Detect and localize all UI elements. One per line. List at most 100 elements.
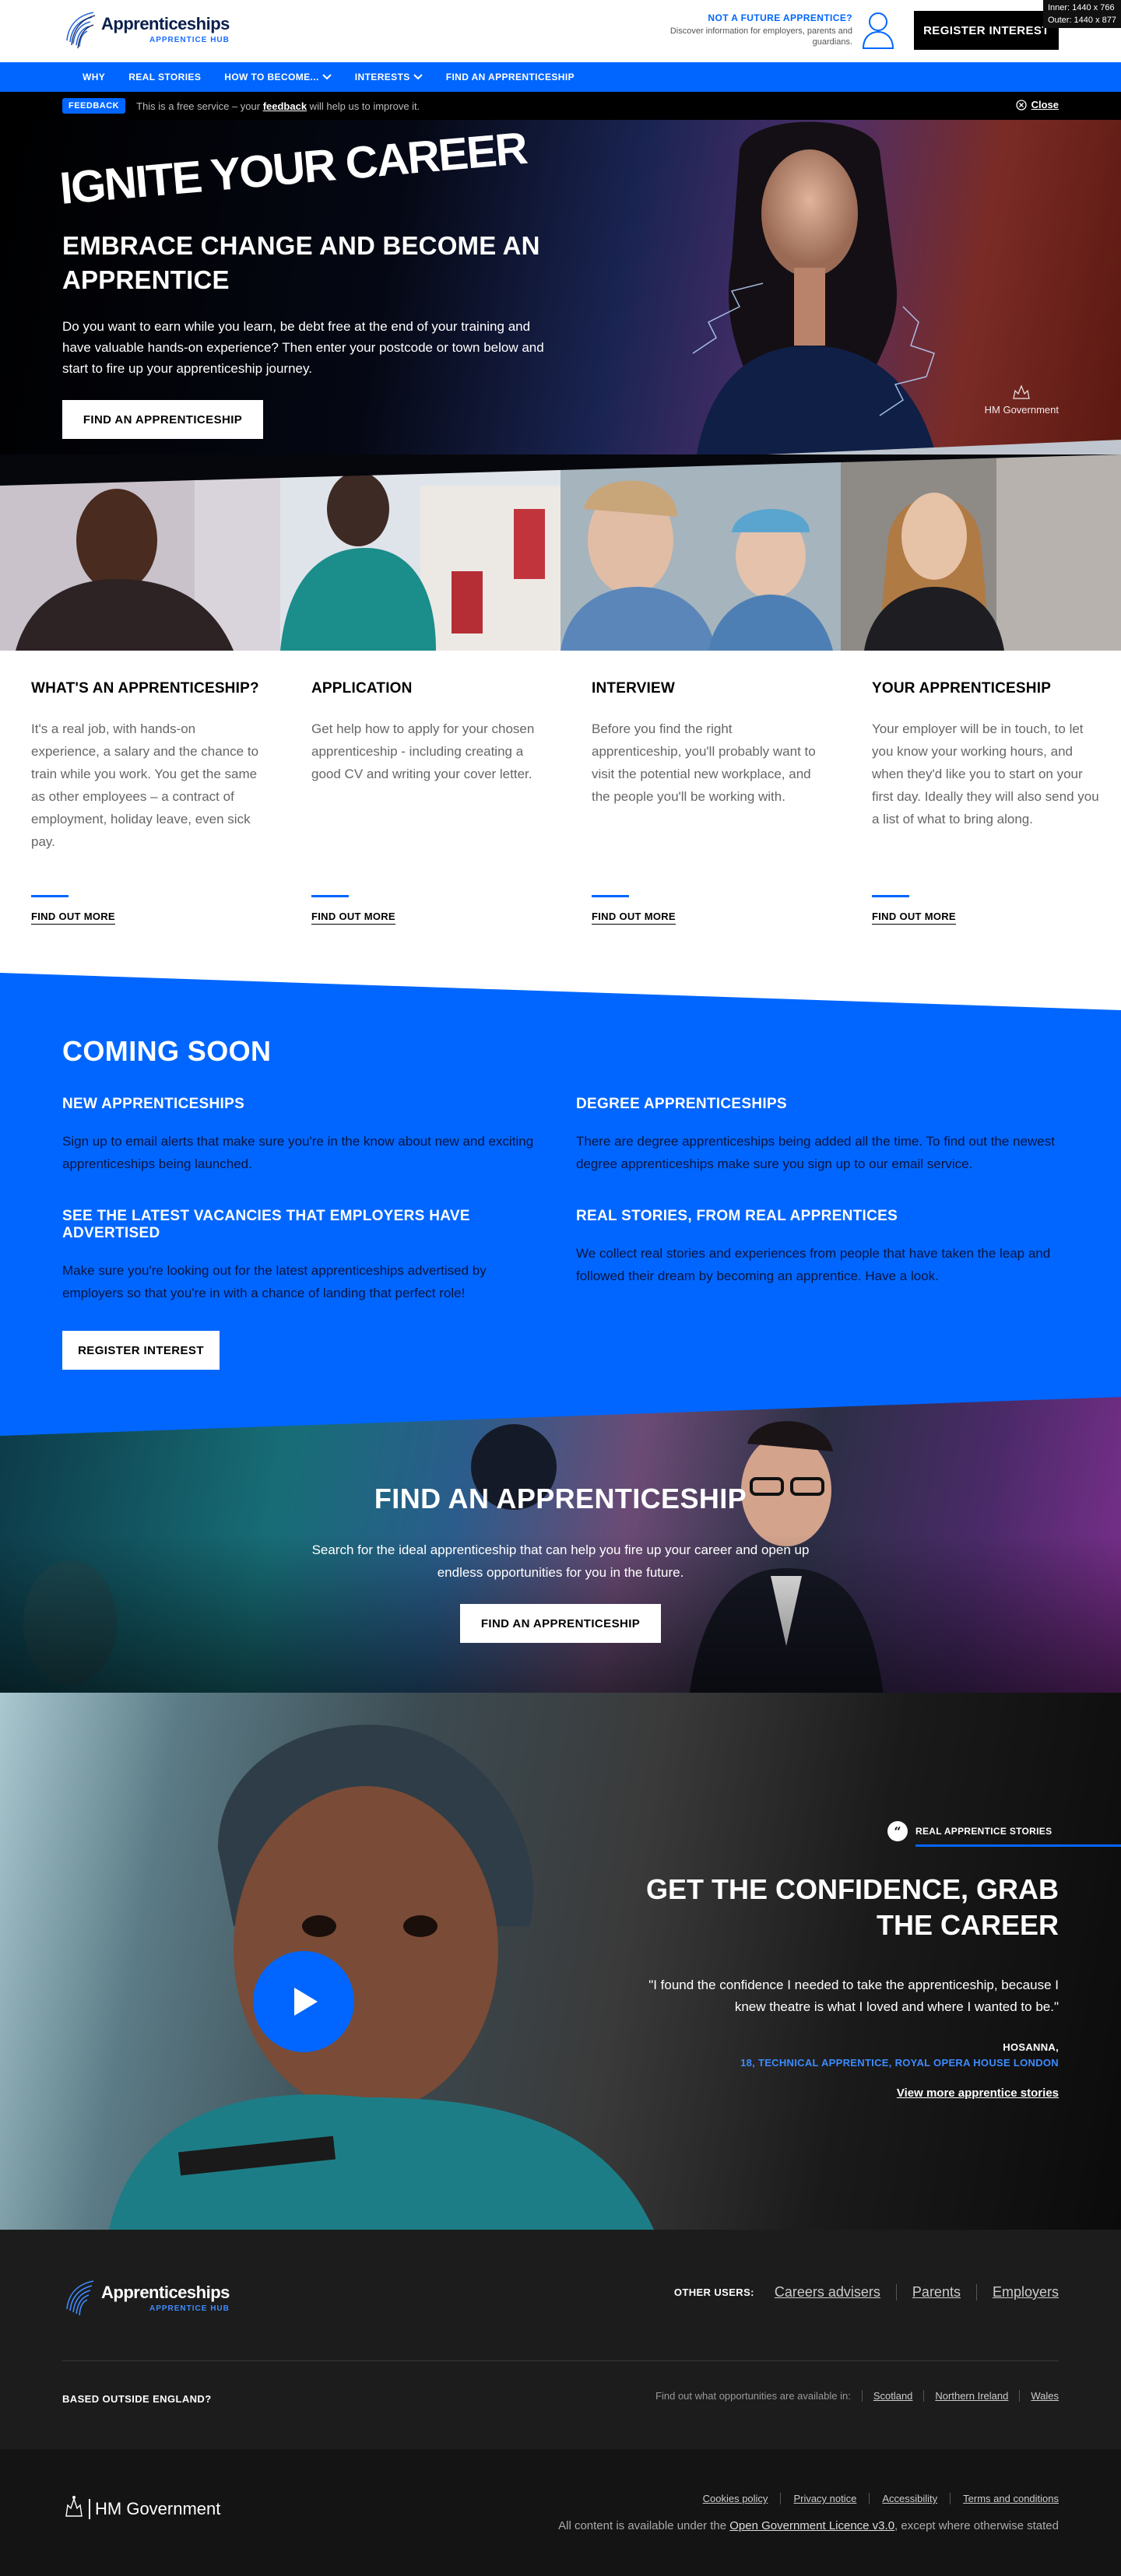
careers-advisers-link[interactable]: Careers advisers — [775, 2284, 896, 2301]
step-find-out-more-link[interactable]: FIND OUT MORE — [872, 911, 956, 925]
nav-item-real-stories[interactable]: REAL STORIES — [128, 72, 201, 82]
feedback-text-before: This is a free service – your — [136, 100, 263, 112]
privacy-notice-link[interactable]: Privacy notice — [780, 2493, 869, 2504]
parents-link[interactable]: Parents — [895, 2284, 976, 2301]
feedback-link[interactable]: feedback — [263, 100, 307, 112]
step-interview: INTERVIEW Before you find the right appr… — [592, 680, 825, 808]
nav-item-interests[interactable]: INTERESTS — [355, 72, 423, 82]
find-banner-button[interactable]: FIND AN APPRENTICESHIP — [460, 1604, 661, 1643]
coming-item-real-stories: REAL STORIES, FROM REAL APPRENTICES We c… — [576, 1208, 1059, 1287]
steps-section: WHAT'S AN APPRENTICESHIP? It's a real jo… — [0, 651, 1121, 977]
other-users-label: OTHER USERS: — [673, 2286, 754, 2298]
coming-item-title: REAL STORIES, FROM REAL APPRENTICES — [576, 1208, 898, 1224]
step-whats-an-apprenticeship: WHAT'S AN APPRENTICESHIP? It's a real jo… — [31, 680, 265, 853]
real-stories-section: “ REAL APPRENTICE STORIES GET THE CONFID… — [0, 1693, 1121, 2230]
step-body: Your employer will be in touch, to let y… — [872, 721, 1099, 826]
northern-ireland-link[interactable]: Northern Ireland — [923, 2390, 1019, 2402]
employers-link[interactable]: Employers — [975, 2284, 1059, 2301]
other-users-links: OTHER USERS: Careers advisers Parents Em… — [674, 2284, 1059, 2301]
wales-link[interactable]: Wales — [1019, 2390, 1059, 2402]
site-header: Apprenticeships APPRENTICE HUB NOT A FUT… — [0, 0, 1121, 62]
story-title: GET THE CONFIDENCE, GRAB THE CAREER — [645, 1873, 1059, 1941]
licence-text: All content is available under the Open … — [558, 2519, 1059, 2532]
play-icon — [294, 1988, 318, 2016]
strip-top-slant — [0, 454, 1121, 486]
real-apprentice-stories-tag: “ REAL APPRENTICE STORIES — [887, 1821, 1121, 1847]
based-outside-england-label: BASED OUTSIDE ENGLAND? — [62, 2393, 212, 2405]
crest-icon — [1013, 384, 1031, 399]
not-future-title[interactable]: NOT A FUTURE APPRENTICE? — [650, 12, 852, 23]
legal-links: Cookies policy Privacy notice Accessibil… — [691, 2493, 1059, 2504]
coming-item-title: SEE THE LATEST VACANCIES THAT EMPLOYERS … — [62, 1208, 470, 1241]
licence-before: All content is available under the — [558, 2519, 730, 2532]
hero-ignite-heading: IGNITE YOUR CAREER — [58, 122, 529, 215]
step-application: APPLICATION Get help how to apply for yo… — [311, 680, 545, 785]
scotland-link[interactable]: Scotland — [861, 2390, 924, 2402]
coming-item-body: Sign up to email alerts that make sure y… — [62, 1134, 534, 1171]
logo-title: Apprenticeships — [101, 13, 230, 33]
hero-find-apprenticeship-button[interactable]: FIND AN APPRENTICESHIP — [62, 400, 263, 439]
hm-government-text: HM Government — [89, 2499, 220, 2519]
coming-item-degree-apprenticeships: DEGREE APPRENTICESHIPS There are degree … — [576, 1096, 1059, 1175]
step-find-out-more-link[interactable]: FIND OUT MORE — [592, 911, 676, 925]
coming-item-title: NEW APPRENTICESHIPS — [62, 1096, 245, 1112]
nav-item-label: FIND AN APPRENTICESHIP — [445, 72, 575, 82]
coming-item-new-apprenticeships: NEW APPRENTICESHIPS Sign up to email ale… — [62, 1096, 545, 1175]
step-title: YOUR APPRENTICESHIP — [872, 680, 1052, 697]
play-video-button[interactable] — [253, 1951, 354, 2052]
footer-divider — [62, 2360, 1059, 2361]
not-future-apprentice[interactable]: NOT A FUTURE APPRENTICE? Discover inform… — [650, 12, 852, 47]
footer-logo[interactable]: Apprenticeships APPRENTICE HUB — [62, 2276, 230, 2318]
find-banner-top-slant — [0, 1397, 1121, 1436]
close-icon — [1015, 99, 1027, 111]
story-role: 18, TECHNICAL APPRENTICE, ROYAL OPERA HO… — [740, 2057, 1059, 2069]
hero-apprentice-image — [692, 121, 942, 486]
coming-soon-section: COMING SOON NEW APPRENTICESHIPS Sign up … — [0, 973, 1121, 1432]
coming-item-body: We collect real stories and experiences … — [576, 1246, 1051, 1283]
feedback-banner: FEEDBACK This is a free service – your f… — [0, 92, 1121, 120]
register-interest-button[interactable]: REGISTER INTEREST — [914, 11, 1059, 50]
feedback-text-after: will help us to improve it. — [307, 100, 420, 112]
footer-logo-title: Apprenticeships — [101, 2282, 230, 2302]
hm-government-mark: HM Government — [985, 383, 1059, 416]
nav-item-how-to-become[interactable]: HOW TO BECOME... — [224, 72, 332, 82]
accessibility-link[interactable]: Accessibility — [869, 2493, 950, 2504]
feedback-badge: FEEDBACK — [62, 98, 126, 114]
close-label: Close — [1031, 99, 1059, 111]
story-apprentice-image — [109, 1725, 654, 2230]
step-divider — [592, 895, 629, 897]
hero-subtitle: EMBRACE CHANGE AND BECOME AN APPRENTICE — [62, 231, 540, 294]
coming-item-body: There are degree apprenticeships being a… — [576, 1134, 1055, 1171]
nav-item-label: WHY — [83, 72, 106, 82]
cookies-policy-link[interactable]: Cookies policy — [691, 2493, 781, 2504]
regions-intro: Find out what opportunities are availabl… — [655, 2390, 851, 2402]
coming-register-interest-button[interactable]: REGISTER INTEREST — [62, 1331, 220, 1370]
coming-item-latest-vacancies: SEE THE LATEST VACANCIES THAT EMPLOYERS … — [62, 1208, 545, 1304]
logo-swirl-icon — [66, 2280, 94, 2316]
step-divider — [31, 895, 69, 897]
nav-item-why[interactable]: WHY — [83, 72, 105, 82]
find-apprenticeship-banner: FIND AN APPRENTICESHIP Search for the id… — [0, 1397, 1121, 1739]
step-body: Before you find the right apprenticeship… — [592, 721, 816, 804]
story-tag-label: REAL APPRENTICE STORIES — [915, 1826, 1052, 1837]
licence-after: , except where otherwise stated — [894, 2519, 1059, 2532]
coming-soon-top-slant — [0, 973, 1121, 1010]
regions-links: Find out what opportunities are availabl… — [655, 2390, 1059, 2402]
nav-item-find-an-apprenticeship[interactable]: FIND AN APPRENTICESHIP — [446, 72, 575, 82]
open-government-licence-link[interactable]: Open Government Licence v3.0 — [729, 2519, 894, 2532]
feedback-close-button[interactable]: Close — [1015, 99, 1059, 111]
terms-and-conditions-link[interactable]: Terms and conditions — [950, 2493, 1059, 2504]
step-find-out-more-link[interactable]: FIND OUT MORE — [311, 911, 395, 925]
coming-item-body: Make sure you're looking out for the lat… — [62, 1263, 487, 1300]
apprenticeships-logo[interactable]: Apprenticeships APPRENTICE HUB — [62, 8, 230, 50]
quote-icon: “ — [887, 1821, 908, 1841]
hero-body: Do you want to earn while you learn, be … — [62, 319, 544, 376]
step-your-apprenticeship: YOUR APPRENTICESHIP Your employer will b… — [872, 680, 1105, 830]
logo-subtitle: APPRENTICE HUB — [149, 35, 230, 44]
user-icon[interactable] — [861, 9, 895, 50]
main-nav: WHY REAL STORIES HOW TO BECOME... INTERE… — [0, 62, 1121, 92]
view-more-stories-link[interactable]: View more apprentice stories — [897, 2086, 1059, 2100]
royal-crest-icon — [65, 2496, 83, 2517]
outer-size-text: Outer: 1440 x 877 — [1047, 16, 1116, 25]
step-find-out-more-link[interactable]: FIND OUT MORE — [31, 911, 115, 925]
